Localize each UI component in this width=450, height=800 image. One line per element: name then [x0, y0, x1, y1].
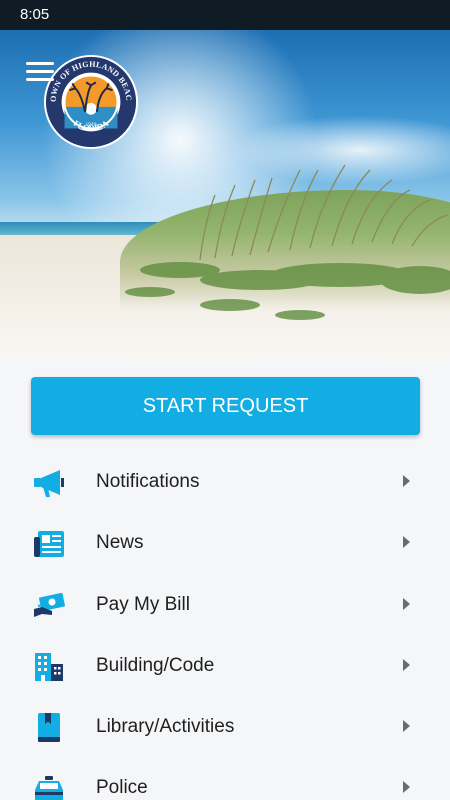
menu-item-police[interactable]: Police [0, 758, 450, 800]
menu-item-news[interactable]: News [0, 513, 450, 574]
menu-item-label: Building/Code [96, 654, 215, 676]
menu-item-library-activities[interactable]: Library/Activities [0, 697, 450, 758]
status-time: 8:05 [20, 6, 50, 23]
start-request-button[interactable]: START REQUEST [31, 377, 420, 435]
police-car-icon [35, 776, 63, 800]
building-icon [35, 652, 63, 681]
menu-item-building-code[interactable]: Building/Code [0, 636, 450, 697]
chevron-right-icon [403, 658, 410, 671]
megaphone-icon [34, 470, 64, 497]
status-bar: 8:05 [0, 0, 450, 30]
chevron-right-icon [403, 475, 410, 487]
town-seal-logo: TOWN OF HIGHLAND BEACH FLORIDA 1949 [42, 53, 139, 150]
menu-item-label: Library/Activities [96, 716, 235, 738]
menu-item-notifications[interactable]: Notifications [0, 452, 450, 513]
menu-item-label: Notifications [96, 471, 200, 492]
menu-item-label: Pay My Bill [96, 593, 190, 615]
bill-payment-icon [34, 592, 66, 617]
menu-item-label: Police [96, 777, 148, 799]
seal-year: 1949 [86, 122, 97, 128]
chevron-right-icon [403, 597, 410, 610]
chevron-right-icon [403, 781, 410, 794]
hamburger-menu-icon[interactable] [26, 62, 54, 84]
chevron-right-icon [403, 536, 410, 549]
menu-item-label: News [96, 532, 144, 554]
main-menu-list: Notifications News Pay My Bill Building/… [0, 452, 450, 800]
menu-item-pay-my-bill[interactable]: Pay My Bill [0, 575, 450, 636]
newspaper-icon [34, 531, 64, 558]
book-icon [38, 713, 60, 743]
chevron-right-icon [403, 720, 410, 733]
